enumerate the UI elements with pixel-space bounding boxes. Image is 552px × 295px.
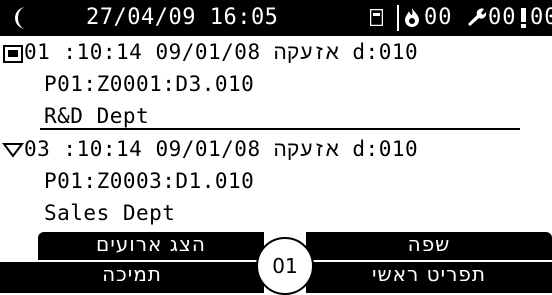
language-label: שפה — [407, 232, 451, 256]
alarm-address: P01:Z0001:D3.010 — [44, 72, 255, 96]
status-separator — [397, 5, 399, 31]
center-number: 01 — [272, 254, 298, 278]
fault-count: 00 — [488, 5, 517, 30]
status-bar: 27/04/09 16:05 00 00 00 — [0, 0, 552, 36]
alarm-line: 01 :אזעקה 09/01/08 10:14 d:010 — [24, 40, 419, 64]
alarm-line: 03 :אזעקה 09/01/08 10:14 d:010 — [24, 137, 419, 161]
main-menu-button[interactable]: תפריט ראשי — [306, 262, 552, 293]
wrench-icon — [468, 8, 486, 26]
fire-count: 00 — [424, 5, 453, 30]
flame-icon — [405, 8, 419, 27]
support-button[interactable]: תמיכה — [0, 262, 264, 293]
alert-count: 00 — [530, 5, 552, 30]
exclamation-icon — [521, 8, 526, 28]
panel-icon — [3, 45, 23, 63]
language-button[interactable]: שפה — [306, 232, 552, 260]
center-number-circle[interactable]: 01 — [256, 237, 314, 295]
support-label: תמיכה — [102, 262, 162, 286]
triangle-down-icon — [2, 143, 24, 158]
alarm-address: P01:Z0003:D1.010 — [44, 169, 255, 193]
selection-divider — [40, 128, 520, 130]
main-menu-label: תפריט ראשי — [371, 262, 487, 286]
alarm-dept: R&D Dept — [44, 104, 150, 128]
show-events-button[interactable]: הצג ארועים — [38, 232, 264, 260]
document-icon — [370, 9, 383, 26]
alarm-dept: Sales Dept — [44, 201, 176, 225]
moon-icon — [15, 7, 26, 29]
datetime: 27/04/09 16:05 — [86, 5, 279, 30]
show-events-label: הצג ארועים — [96, 232, 206, 256]
